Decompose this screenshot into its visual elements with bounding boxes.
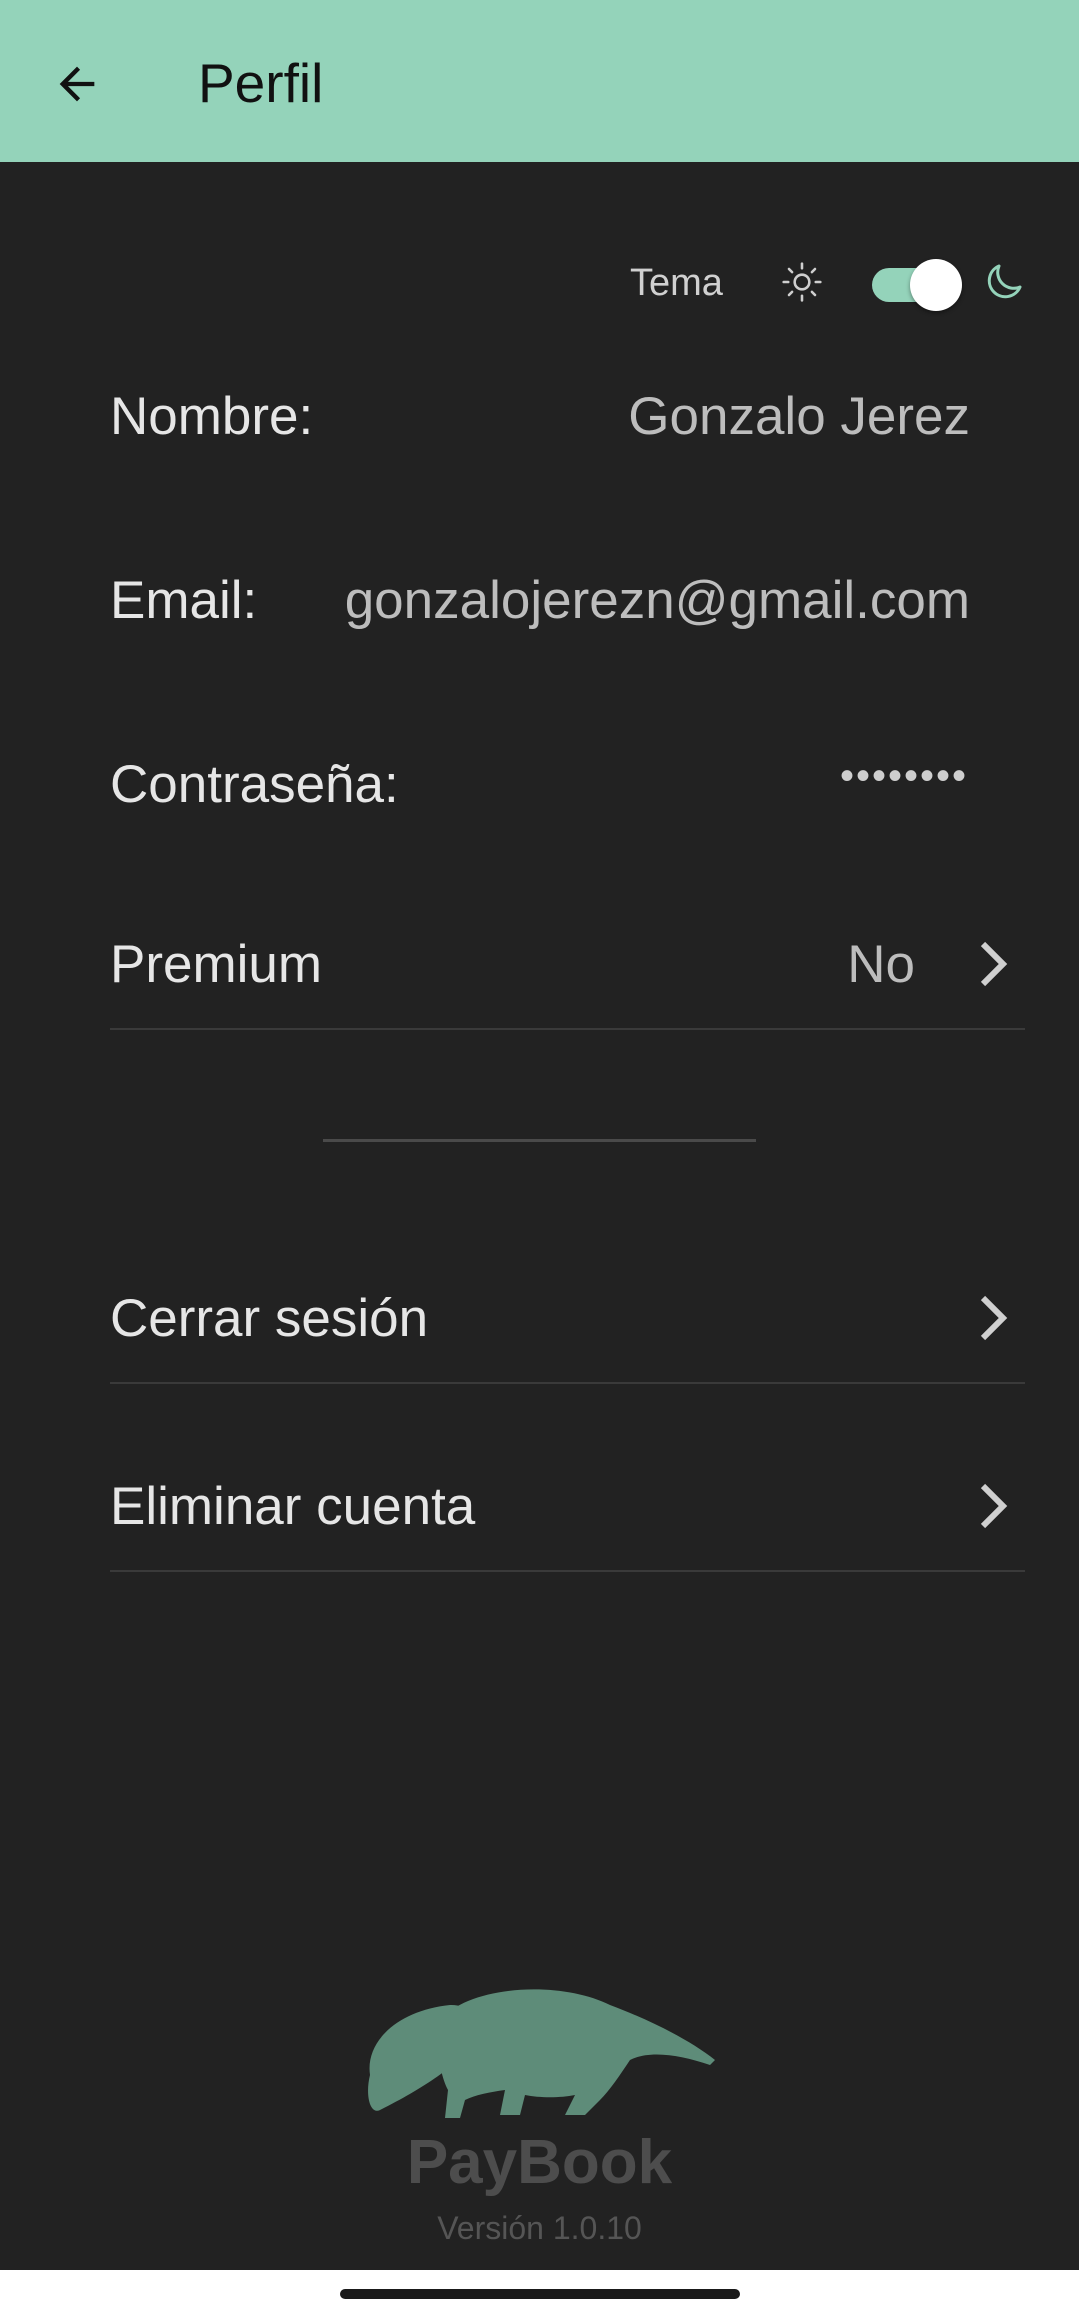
app-bar: Perfil <box>0 0 1079 162</box>
chevron-right-icon <box>980 941 1008 987</box>
home-indicator[interactable] <box>340 2289 740 2299</box>
name-label: Nombre: <box>110 387 314 446</box>
name-field: Nombre: Gonzalo Jerez <box>110 380 970 450</box>
app-version: Versión 1.0.10 <box>437 2210 642 2246</box>
premium-value: No <box>847 935 915 994</box>
chevron-right-icon <box>980 1295 1008 1341</box>
section-divider <box>323 1139 756 1142</box>
anteater-logo-icon <box>368 1989 715 2118</box>
password-value: •••••••• <box>839 754 968 798</box>
password-label: Contraseña: <box>110 755 399 814</box>
delete-account-row[interactable]: Eliminar cuenta <box>110 1460 1025 1572</box>
sun-icon <box>782 262 822 302</box>
email-field: Email: gonzalojerezn@gmail.com <box>110 564 970 634</box>
page-title: Perfil <box>198 52 324 114</box>
premium-label: Premium <box>110 935 323 994</box>
toggle-thumb <box>910 259 962 311</box>
arrow-left-icon <box>59 66 95 102</box>
delete-account-label: Eliminar cuenta <box>110 1477 476 1536</box>
moon-icon <box>987 264 1022 299</box>
email-label: Email: <box>110 571 258 630</box>
logout-label: Cerrar sesión <box>110 1289 429 1348</box>
password-field[interactable]: Contraseña: •••••••• <box>110 748 970 818</box>
back-button[interactable] <box>40 47 114 121</box>
name-value: Gonzalo Jerez <box>628 387 970 446</box>
email-value: gonzalojerezn@gmail.com <box>344 571 970 630</box>
chevron-right-icon <box>980 1483 1008 1529</box>
logout-row[interactable]: Cerrar sesión <box>110 1272 1025 1384</box>
theme-toggle[interactable] <box>870 259 962 311</box>
premium-row[interactable]: Premium No <box>110 918 1025 1030</box>
brand-name: PayBook <box>406 2128 673 2197</box>
theme-switch-row: Tema <box>600 250 1040 314</box>
theme-label: Tema <box>630 262 723 304</box>
